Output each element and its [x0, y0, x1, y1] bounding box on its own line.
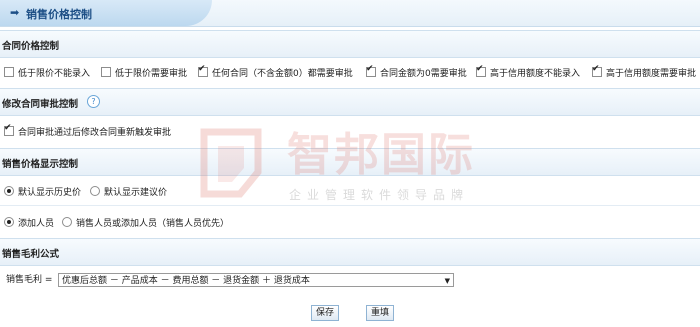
radio[interactable]	[62, 217, 72, 227]
option-label: 合同金额为0需要审批	[380, 68, 467, 79]
save-button[interactable]: 保存	[311, 305, 339, 321]
checkbox-checked[interactable]	[198, 64, 208, 77]
watermark-name: 智邦国际	[287, 128, 476, 181]
arrow-icon: ➡	[10, 6, 20, 19]
option-label: 任何合同（不含金额0）都需要审批	[212, 68, 353, 79]
section-modify-title: 修改合同审批控制	[2, 99, 79, 110]
margin-formula-row: 销售毛利 = 优惠后总额 － 产品成本 － 费用总额 － 退货金额 ＋ 退货成本…	[0, 266, 700, 294]
option-label: 低于限价不能录入	[18, 68, 91, 79]
option-over-credit-block[interactable]: 高于信用额度不能录入	[476, 58, 580, 86]
contract-options-row: 低于限价不能录入 低于限价需要审批 任何合同（不含金额0）都需要审批 合同金额为…	[0, 58, 700, 86]
radio[interactable]	[90, 186, 100, 196]
dropdown-arrow-icon[interactable]: ▼	[445, 274, 450, 286]
page-title: 销售价格控制	[26, 8, 92, 21]
option-below-limit-block[interactable]: 低于限价不能录入	[4, 58, 90, 86]
option-any-contract-approve[interactable]: 任何合同（不含金额0）都需要审批	[198, 58, 353, 86]
checkbox[interactable]	[101, 67, 111, 77]
checkbox[interactable]	[4, 67, 14, 77]
option-reapprove-after-modify[interactable]: 合同审批通过后修改合同重新触发审批	[4, 117, 171, 145]
option-label: 高于信用额度不能录入	[490, 68, 581, 79]
checkbox-checked[interactable]	[4, 123, 14, 136]
radio-selected[interactable]	[4, 186, 14, 196]
option-label: 低于限价需要审批	[115, 68, 188, 79]
display-person-row: 添加人员 销售人员或添加人员（销售人员优先）	[0, 208, 700, 236]
watermark-logo-icon	[200, 128, 262, 198]
radio-label: 添加人员	[18, 218, 55, 229]
formula-label: 销售毛利 =	[6, 275, 53, 285]
radio-suggested-price[interactable]: 默认显示建议价	[90, 177, 167, 205]
radio-label: 默认显示建议价	[104, 187, 168, 198]
section-margin-title: 销售毛利公式	[2, 249, 60, 260]
section-display-title: 销售价格显示控制	[2, 159, 79, 170]
formula-select[interactable]: 优惠后总额 － 产品成本 － 费用总额 － 退货金额 ＋ 退货成本 ▼	[58, 273, 454, 287]
radio-adder[interactable]: 添加人员	[4, 208, 54, 236]
reset-button[interactable]: 重填	[366, 305, 394, 321]
option-below-limit-approve[interactable]: 低于限价需要审批	[101, 58, 187, 86]
radio-salesperson-first[interactable]: 销售人员或添加人员（销售人员优先）	[62, 208, 229, 236]
checkbox-checked[interactable]	[592, 64, 602, 77]
option-over-credit-approve[interactable]: 高于信用额度需要审批	[592, 58, 696, 86]
radio-label: 销售人员或添加人员（销售人员优先）	[76, 218, 230, 229]
section-modify-header: 修改合同审批控制 ?	[0, 88, 700, 116]
help-icon[interactable]: ?	[87, 95, 100, 108]
checkbox-checked[interactable]	[476, 64, 486, 77]
radio-history-price[interactable]: 默认显示历史价	[4, 177, 81, 205]
radio-selected[interactable]	[4, 217, 14, 227]
top-bar: ➡ 销售价格控制	[0, 0, 700, 27]
option-label: 合同审批通过后修改合同重新触发审批	[18, 127, 172, 138]
formula-value: 优惠后总额 － 产品成本 － 费用总额 － 退货金额 ＋ 退货成本	[62, 276, 310, 286]
section-contract-header: 合同价格控制	[0, 30, 700, 58]
radio-label: 默认显示历史价	[18, 187, 82, 198]
option-zero-amount-approve[interactable]: 合同金额为0需要审批	[366, 58, 467, 86]
checkbox-checked[interactable]	[366, 64, 376, 77]
watermark-tagline: 企业管理软件领导品牌	[289, 188, 470, 202]
page-tab: ➡ 销售价格控制	[0, 0, 212, 26]
option-label: 高于信用额度需要审批	[606, 68, 697, 79]
section-margin-header: 销售毛利公式	[0, 238, 700, 266]
section-contract-title: 合同价格控制	[2, 41, 60, 52]
